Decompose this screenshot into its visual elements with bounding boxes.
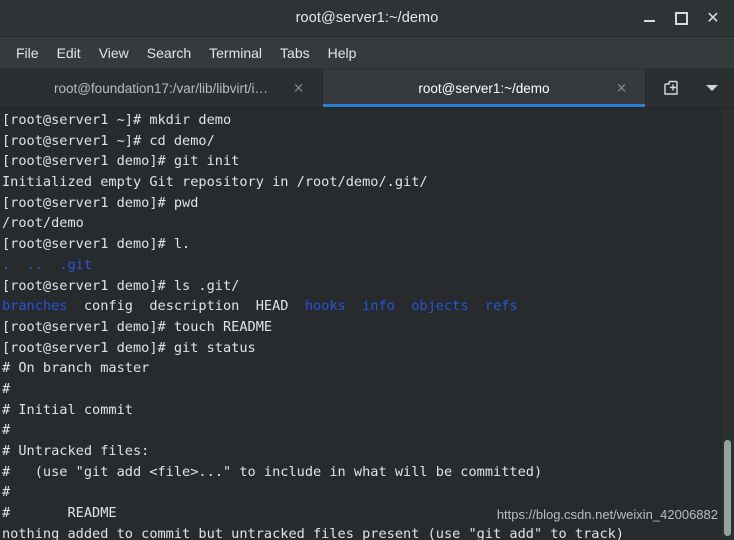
- terminal-line: nothing added to commit but untracked fi…: [2, 524, 720, 540]
- minimize-icon: [643, 20, 655, 22]
- terminal-text: Initialized empty Git repository in /roo…: [2, 174, 428, 191]
- terminal-line: /root/demo: [2, 213, 720, 234]
- terminal-line: # Untracked files:: [2, 441, 720, 462]
- terminal-text: [root@server1 ~]# cd demo/: [2, 132, 215, 149]
- terminal-text: [root@server1 ~]# mkdir demo: [2, 112, 232, 128]
- terminal-line: [root@server1 demo]# git init: [2, 151, 720, 172]
- terminal-line: [root@server1 ~]# cd demo/: [2, 131, 720, 152]
- terminal-line: # Initial commit: [2, 400, 720, 421]
- terminal-text: [root@server1 demo]# touch README: [2, 318, 273, 335]
- close-icon: ✕: [706, 8, 720, 27]
- terminal-text: # (use "git add <file>..." to include in…: [2, 463, 543, 480]
- terminal-line: #: [2, 482, 720, 503]
- menu-item-tabs[interactable]: Tabs: [271, 42, 319, 64]
- terminal-text: # Initial commit: [2, 401, 133, 418]
- tab-server1-demo[interactable]: root@server1:~/demo ×: [323, 69, 645, 107]
- terminal-dir-entry: branches: [2, 298, 68, 315]
- minimize-button[interactable]: [634, 4, 664, 32]
- terminal-line: [root@server1 demo]# ls .git/: [2, 276, 720, 297]
- terminal-text: [root@server1 demo]# git status: [2, 339, 256, 356]
- terminal-line: [root@server1 ~]# mkdir demo: [2, 110, 720, 131]
- menu-item-file[interactable]: File: [7, 42, 48, 64]
- terminal-dir-entry: objects: [411, 298, 469, 315]
- maximize-icon: [674, 11, 688, 25]
- menu-item-terminal[interactable]: Terminal: [200, 42, 271, 64]
- terminal-text: /root/demo: [2, 215, 84, 232]
- terminal-output-area[interactable]: [root@server1 ~]# mkdir demo [root@server…: [0, 108, 734, 540]
- chevron-down-icon[interactable]: [706, 85, 718, 91]
- terminal-line: # README: [2, 503, 720, 524]
- tab-label: root@server1:~/demo: [418, 80, 550, 96]
- titlebar: root@server1:~/demo ✕: [0, 0, 734, 37]
- terminal-text: [root@server1 demo]# git init: [2, 153, 240, 170]
- terminal-line: #: [2, 379, 720, 400]
- terminal-window: root@server1:~/demo ✕ File Edit View Sea…: [0, 0, 734, 540]
- terminal-text: [root@server1 demo]# ls .git/: [2, 277, 240, 294]
- terminal-text: [root@server1 demo]# l.: [2, 236, 191, 253]
- terminal-text: # README: [2, 505, 117, 522]
- close-button[interactable]: ✕: [698, 4, 728, 32]
- terminal-line: #: [2, 420, 720, 441]
- menubar: File Edit View Search Terminal Tabs Help: [0, 37, 734, 69]
- scrollbar-thumb[interactable]: [724, 440, 731, 536]
- window-controls: ✕: [634, 0, 728, 36]
- window-title: root@server1:~/demo: [295, 10, 439, 26]
- menu-item-edit[interactable]: Edit: [48, 42, 90, 64]
- tab-close-icon[interactable]: ×: [293, 82, 304, 95]
- terminal-line: # On branch master: [2, 358, 720, 379]
- terminal-line: [root@server1 demo]# l.: [2, 234, 720, 255]
- terminal-text: #: [2, 380, 11, 397]
- terminal-dir-entry: refs: [484, 298, 518, 315]
- tab-foundation17[interactable]: root@foundation17:/var/lib/libvirt/i… ×: [0, 69, 322, 107]
- terminal-dir-entry: info: [362, 298, 395, 315]
- terminal-text: # On branch master: [2, 360, 150, 377]
- menu-item-view[interactable]: View: [90, 42, 138, 64]
- terminal-lines: [root@server1 ~]# mkdir demo [root@server…: [2, 110, 720, 540]
- tab-close-icon[interactable]: ×: [616, 82, 627, 95]
- terminal-line: [root@server1 demo]# touch README: [2, 317, 720, 338]
- menu-item-help[interactable]: Help: [319, 42, 366, 64]
- maximize-button[interactable]: [666, 4, 696, 32]
- menu-item-search[interactable]: Search: [138, 42, 200, 64]
- terminal-line: [root@server1 demo]# pwd: [2, 193, 720, 214]
- terminal-text: #: [2, 484, 11, 501]
- terminal-text: # Untracked files:: [2, 443, 150, 459]
- tabbar-actions: [646, 69, 734, 107]
- terminal-line: # (use "git add <file>..." to include in…: [2, 462, 720, 483]
- tabbar: root@foundation17:/var/lib/libvirt/i… × …: [0, 69, 734, 108]
- terminal-text: [root@server1 demo]# pwd: [2, 194, 199, 211]
- terminal-line: [root@server1 demo]# git status: [2, 338, 720, 359]
- vertical-scrollbar[interactable]: [720, 108, 734, 540]
- terminal-line: . .. .git: [2, 255, 720, 276]
- terminal-text: nothing added to commit but untracked fi…: [2, 525, 624, 540]
- terminal-line: Initialized empty Git repository in /roo…: [2, 172, 720, 193]
- terminal-line: branches config description HEAD hooks i…: [2, 296, 720, 317]
- tab-label: root@foundation17:/var/lib/libvirt/i…: [53, 80, 269, 96]
- terminal-text: config description HEAD: [67, 298, 305, 315]
- new-tab-icon[interactable]: [662, 79, 680, 97]
- terminal-dir-entry: hooks: [304, 298, 346, 315]
- terminal-text: #: [2, 422, 11, 439]
- terminal-dir-entry: . .. .git: [2, 256, 93, 273]
